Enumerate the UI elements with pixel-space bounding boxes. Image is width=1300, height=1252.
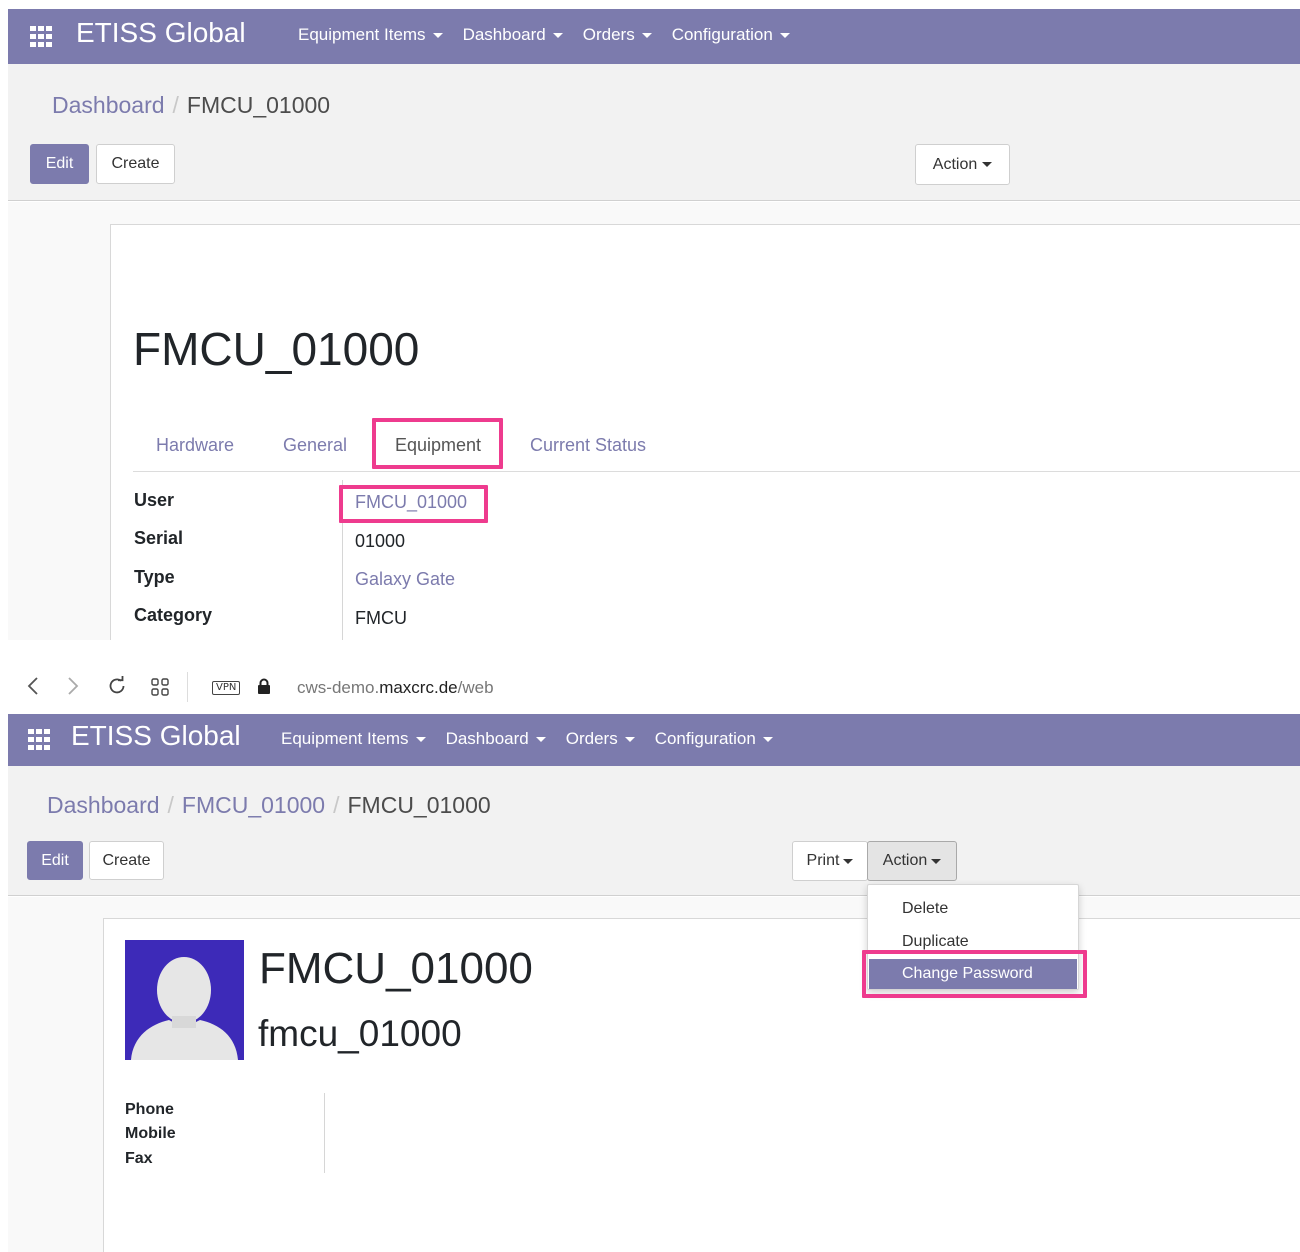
action-button[interactable]: Action	[867, 841, 957, 881]
caret-down-icon	[982, 162, 993, 167]
breadcrumb-current: FMCU_01000	[347, 792, 491, 818]
tab-general[interactable]: General	[261, 422, 369, 468]
back-icon[interactable]	[22, 674, 44, 698]
menu-equipment-items-label: Equipment Items	[281, 729, 409, 748]
caret-down-icon	[843, 858, 854, 864]
tabs-grid-icon[interactable]	[149, 676, 171, 698]
apps-menu-icon[interactable]	[30, 26, 56, 48]
menu-item-delete[interactable]: Delete	[869, 894, 1077, 924]
bottom-navbar: ETISS Global Equipment Items Dashboard O…	[8, 714, 1300, 766]
menu-item-duplicate[interactable]: Duplicate	[869, 927, 1077, 957]
action-dropdown-menu: Delete Duplicate Change Password	[867, 884, 1079, 990]
chevron-down-icon	[779, 32, 790, 38]
chevron-down-icon	[552, 32, 563, 38]
forward-icon[interactable]	[62, 674, 84, 698]
field-label-user: User	[134, 490, 175, 510]
action-button[interactable]: Action	[915, 144, 1010, 185]
breadcrumb: Dashboard / FMCU_01000 / FMCU_01000	[47, 792, 491, 819]
browser-toolbar: VPN cws-demo.maxcrc.de/web	[0, 660, 1300, 714]
url-path: /web	[457, 678, 494, 697]
avatar-silhouette-icon	[131, 957, 238, 1060]
address-bar-url[interactable]: cws-demo.maxcrc.de/web	[297, 678, 494, 698]
menu-equipment-items-label: Equipment Items	[298, 25, 426, 44]
menu-orders-label: Orders	[565, 729, 618, 748]
menu-dashboard[interactable]: Dashboard	[446, 729, 546, 749]
top-main-menu: Equipment Items Dashboard Orders Configu…	[298, 25, 810, 45]
field-label-phone: Phone	[125, 1101, 174, 1118]
field-value-serial: 01000	[355, 531, 406, 551]
chevron-down-icon	[415, 736, 426, 742]
toolbar-divider	[187, 672, 188, 702]
field-value-category: FMCU	[355, 608, 407, 628]
field-label-mobile: Mobile	[125, 1125, 176, 1142]
breadcrumb-separator: /	[167, 792, 174, 818]
field-label-fax: Fax	[125, 1150, 153, 1167]
create-button[interactable]: Create	[89, 841, 164, 880]
action-button-label: Action	[932, 155, 978, 173]
url-domain: maxcrc.de	[379, 678, 458, 697]
menu-orders[interactable]: Orders	[583, 25, 652, 45]
top-navbar: ETISS Global Equipment Items Dashboard O…	[8, 9, 1300, 64]
breadcrumb-dashboard-link[interactable]: Dashboard	[47, 792, 160, 818]
breadcrumb-separator: /	[333, 792, 340, 818]
notebook-tabs: Hardware General Equipment Current Statu…	[133, 422, 1300, 472]
vpn-badge[interactable]: VPN	[212, 681, 241, 695]
menu-orders-label: Orders	[582, 25, 635, 44]
breadcrumb-current: FMCU_01000	[186, 92, 331, 118]
url-prefix: cws-demo.	[297, 678, 380, 697]
print-button[interactable]: Print	[792, 841, 868, 881]
field-value-type-link[interactable]: Galaxy Gate	[355, 569, 455, 590]
apps-menu-icon[interactable]	[28, 729, 54, 751]
field-label-category: Category	[134, 605, 213, 625]
caret-down-icon	[931, 858, 942, 864]
menu-configuration[interactable]: Configuration	[655, 729, 773, 749]
field-value-user-link[interactable]: FMCU_01000	[355, 492, 467, 513]
field-separator-line	[342, 480, 343, 640]
app-brand[interactable]: ETISS Global	[71, 720, 241, 752]
tab-equipment[interactable]: Equipment	[376, 422, 500, 468]
menu-equipment-items[interactable]: Equipment Items	[281, 729, 426, 749]
tab-hardware[interactable]: Hardware	[133, 422, 257, 468]
chevron-down-icon	[762, 736, 773, 742]
top-control-panel: Dashboard / FMCU_01000 Edit Create Action	[8, 64, 1300, 201]
breadcrumb-equipment-link[interactable]: FMCU_01000	[182, 792, 325, 818]
menu-equipment-items[interactable]: Equipment Items	[298, 25, 443, 45]
menu-configuration[interactable]: Configuration	[672, 25, 790, 45]
chevron-down-icon	[624, 736, 635, 742]
chevron-down-icon	[432, 32, 443, 38]
menu-dashboard[interactable]: Dashboard	[463, 25, 563, 45]
record-login: fmcu_01000	[258, 1013, 462, 1054]
lock-icon[interactable]	[256, 677, 272, 695]
field-label-serial: Serial	[134, 528, 184, 548]
menu-item-change-password[interactable]: Change Password	[869, 959, 1077, 989]
field-separator-line	[324, 1093, 325, 1173]
menu-dashboard-label: Dashboard	[462, 25, 546, 44]
tab-current-status[interactable]: Current Status	[513, 422, 663, 468]
menu-dashboard-label: Dashboard	[445, 729, 529, 748]
menu-configuration-label: Configuration	[671, 25, 773, 44]
print-button-label: Print	[806, 852, 840, 869]
breadcrumb-dashboard-link[interactable]: Dashboard	[52, 92, 165, 118]
record-title: FMCU_01000	[133, 323, 420, 375]
menu-orders[interactable]: Orders	[566, 729, 635, 749]
chevron-down-icon	[535, 736, 546, 742]
edit-button[interactable]: Edit	[27, 841, 83, 880]
reload-icon[interactable]	[106, 675, 128, 697]
breadcrumb: Dashboard / FMCU_01000	[52, 92, 330, 119]
user-avatar[interactable]	[125, 940, 244, 1060]
record-name: FMCU_01000	[259, 944, 533, 993]
bottom-main-menu: Equipment Items Dashboard Orders Configu…	[281, 729, 793, 749]
action-button-label: Action	[882, 852, 928, 869]
chevron-down-icon	[641, 32, 652, 38]
bottom-control-panel: Dashboard / FMCU_01000 / FMCU_01000 Edit Cre…	[8, 766, 1300, 896]
edit-button[interactable]: Edit	[30, 144, 89, 184]
field-label-type: Type	[134, 567, 175, 587]
menu-configuration-label: Configuration	[654, 729, 756, 748]
app-brand[interactable]: ETISS Global	[76, 17, 246, 49]
breadcrumb-separator: /	[172, 92, 179, 118]
create-button[interactable]: Create	[96, 144, 175, 184]
